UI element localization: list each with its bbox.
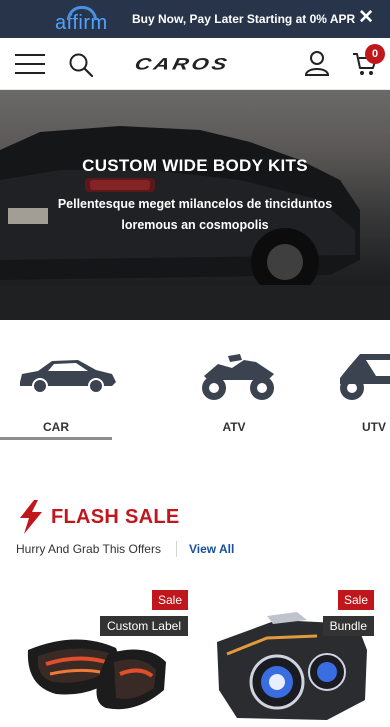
site-header: CAROS 0 <box>0 38 390 90</box>
hero-banner[interactable]: CUSTOM WIDE BODY KITS Pellentesque meget… <box>0 90 390 320</box>
flash-sale-title: FLASH SALE <box>51 506 180 528</box>
car-icon <box>20 360 116 394</box>
product-card[interactable]: Sale Bundle <box>207 590 382 727</box>
category-label: CAR <box>43 420 69 434</box>
product-image <box>27 639 166 710</box>
category-atv[interactable]: ATV <box>178 320 290 470</box>
flash-sale-subtitle: Hurry And Grab This Offers <box>16 542 161 556</box>
menu-icon[interactable] <box>15 54 45 74</box>
product-card[interactable]: Sale Custom Label <box>16 590 191 727</box>
divider <box>176 541 177 557</box>
site-logo[interactable]: CAROS <box>133 52 257 76</box>
sale-badge: Sale <box>151 590 188 610</box>
user-icon[interactable] <box>304 50 330 76</box>
product-label-badge: Bundle <box>322 616 374 636</box>
promo-bar: affirm Buy Now, Pay Later Starting at 0%… <box>0 0 390 38</box>
logo-text: CAROS <box>133 54 232 73</box>
hero-title: CUSTOM WIDE BODY KITS <box>82 156 308 175</box>
affirm-logo: affirm <box>55 6 108 34</box>
promo-text[interactable]: Buy Now, Pay Later Starting at 0% APR <box>132 12 355 26</box>
product-image <box>217 612 367 720</box>
cart-count-badge[interactable]: 0 <box>365 44 385 64</box>
category-utv[interactable]: UTV <box>340 320 390 470</box>
category-label: UTV <box>362 420 386 434</box>
utv-icon <box>340 354 390 400</box>
hero-subtitle: Pellentesque meget milancelos de tincidu… <box>57 197 333 232</box>
search-icon[interactable] <box>68 52 94 78</box>
category-carousel[interactable]: CAR ATV UTV <box>0 320 390 470</box>
category-car[interactable]: CAR <box>0 320 116 470</box>
category-selected-indicator <box>0 437 112 440</box>
category-label: ATV <box>222 420 246 434</box>
lightning-icon <box>20 500 42 534</box>
atv-icon <box>202 354 274 400</box>
sale-badge: Sale <box>337 590 374 610</box>
product-label-badge: Custom Label <box>99 616 188 636</box>
promo-close-button[interactable]: ✕ <box>358 8 374 28</box>
view-all-link[interactable]: View All <box>189 542 234 556</box>
